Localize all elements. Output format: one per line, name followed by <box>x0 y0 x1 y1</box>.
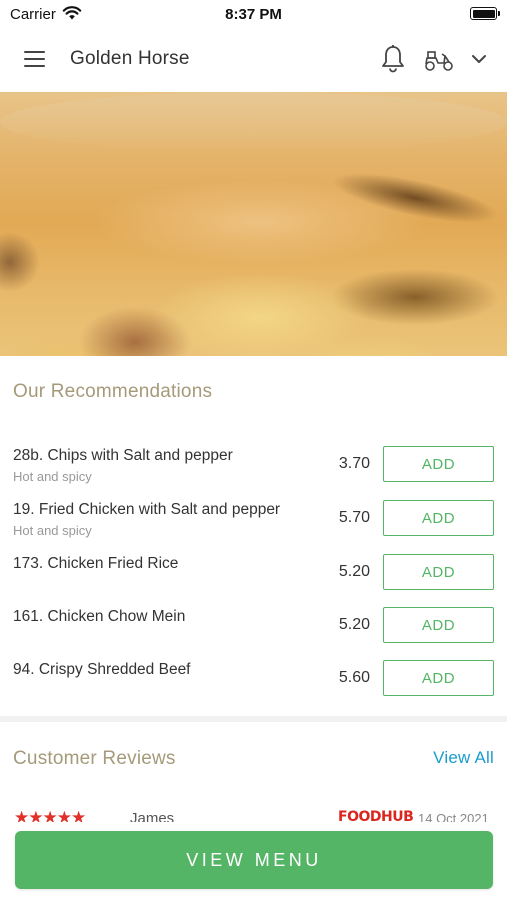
add-button[interactable]: ADD <box>383 607 494 643</box>
item-price: 5.70 <box>338 509 370 526</box>
item-description: Hot and spicy <box>13 523 92 538</box>
status-bar: Carrier 8:37 PM <box>0 0 507 28</box>
list-item: 28b. Chips with Salt and pepper Hot and … <box>0 442 507 496</box>
add-button[interactable]: ADD <box>383 554 494 590</box>
bell-icon[interactable] <box>380 44 406 74</box>
list-item: 173. Chicken Fried Rice 5.20 ADD <box>0 550 507 604</box>
view-menu-button[interactable]: VIEW MENU <box>15 831 493 889</box>
restaurant-title: Golden Horse <box>70 48 190 69</box>
item-name: 19. Fried Chicken with Salt and pepper <box>13 501 281 518</box>
clock: 8:37 PM <box>225 6 282 23</box>
scooter-icon[interactable] <box>423 46 455 74</box>
list-item: 19. Fried Chicken with Salt and pepper H… <box>0 496 507 550</box>
add-button[interactable]: ADD <box>383 500 494 536</box>
item-price: 5.20 <box>338 616 370 633</box>
list-item: 94. Crispy Shredded Beef 5.60 ADD <box>0 656 507 710</box>
item-description: Hot and spicy <box>13 469 92 484</box>
item-name: 28b. Chips with Salt and pepper <box>13 447 233 464</box>
section-divider <box>0 716 507 722</box>
app-header: Golden Horse <box>0 28 507 92</box>
chevron-down-icon[interactable] <box>469 50 489 68</box>
battery-icon <box>470 7 500 20</box>
list-item: 161. Chicken Chow Mein 5.20 ADD <box>0 603 507 657</box>
item-price: 5.20 <box>338 563 370 580</box>
item-name: 161. Chicken Chow Mein <box>13 608 186 625</box>
view-all-link[interactable]: View All <box>433 748 494 768</box>
recommendations-title: Our Recommendations <box>13 381 213 402</box>
reviews-title: Customer Reviews <box>13 748 176 769</box>
hero-food-image <box>0 92 507 356</box>
item-name: 94. Crispy Shredded Beef <box>13 661 191 678</box>
item-name: 173. Chicken Fried Rice <box>13 555 179 572</box>
add-button[interactable]: ADD <box>383 446 494 482</box>
add-button[interactable]: ADD <box>383 660 494 696</box>
item-price: 5.60 <box>338 669 370 686</box>
item-price: 3.70 <box>338 455 370 472</box>
menu-icon[interactable] <box>22 48 48 70</box>
